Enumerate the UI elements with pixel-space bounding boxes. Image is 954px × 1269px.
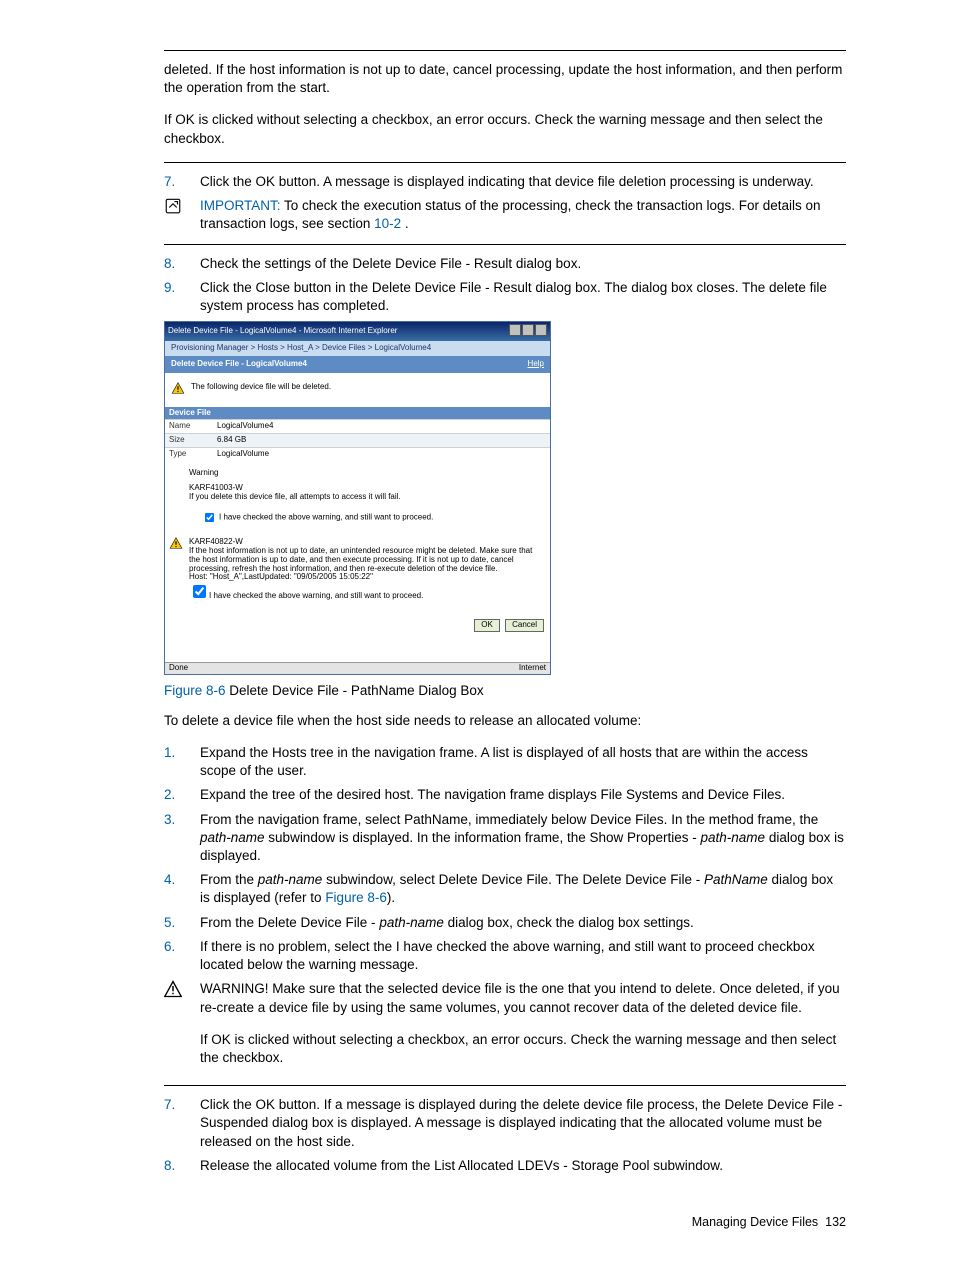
section-link[interactable]: 10-2 [374,216,401,231]
figure-caption: Figure 8-6 Delete Device File - PathName… [164,683,846,698]
dialog-screenshot: Delete Device File - LogicalVolume4 - Mi… [164,321,551,675]
warning-icon [171,381,185,395]
ok-button[interactable]: OK [474,619,500,632]
device-file-header: Device File [165,407,550,420]
warning-msg: If you delete this device file, all atte… [189,493,544,502]
info-text: The following device file will be delete… [191,383,331,392]
cancel-button[interactable]: Cancel [505,619,544,632]
table-row: TypeLogicalVolume [165,447,550,460]
ordered-list-2b: 7. Click the OK button. If a message is … [164,1096,846,1175]
window-title: Delete Device File - LogicalVolume4 - Mi… [168,327,397,336]
ordered-list-1: 7. Click the OK button. A message is dis… [164,173,846,191]
confirm-checkbox-1[interactable] [205,513,214,522]
list2-item8: 8. Release the allocated volume from the… [164,1157,846,1175]
list-number: 7. [164,173,200,191]
figure-ref: Figure 8-6 [164,683,226,698]
list2-item4: 4. From the path-name subwindow, select … [164,871,846,907]
list2-item3: 3. From the navigation frame, select Pat… [164,811,846,866]
page-number: 132 [825,1215,846,1229]
list1-item8: 8. Check the settings of the Delete Devi… [164,255,846,273]
figure-link[interactable]: Figure 8-6 [325,890,387,905]
info-row: The following device file will be delete… [165,373,550,407]
status-left: Done [169,664,188,673]
top-p1: deleted. If the host information is not … [164,61,846,97]
list2-item1: 1. Expand the Hosts tree in the navigati… [164,744,846,780]
list-text: Click the Close button in the Delete Dev… [200,279,846,315]
list1-item7: 7. Click the OK button. A message is dis… [164,173,846,191]
note-icon [164,197,200,215]
warning-note: WARNING! Make sure that the selected dev… [144,980,846,1075]
top-continuation: deleted. If the host information is not … [164,61,846,148]
important-note: IMPORTANT: To check the execution status… [144,197,846,233]
warning-block-2: KARF40822-W If the host information is n… [165,533,550,607]
window-titlebar: Delete Device File - LogicalVolume4 - Mi… [165,322,550,341]
table-row: Size6.84 GB [165,434,550,448]
list2-item6: 6. If there is no problem, select the I … [164,938,846,974]
warning-code: KARF41003-W [189,484,544,493]
list2-item2: 2. Expand the tree of the desired host. … [164,786,846,804]
breadcrumb: Provisioning Manager > Hosts > Host_A > … [165,341,550,356]
dialog-title: Delete Device File - LogicalVolume4 [171,360,307,369]
status-bar: Done Internet [165,662,550,674]
footer-text: Managing Device Files [692,1215,818,1229]
device-file-table: NameLogicalVolume4 Size6.84 GB TypeLogic… [165,419,550,460]
list-number: 9. [164,279,200,315]
warning-block-1: Warning KARF41003-W If you delete this d… [165,461,550,533]
list2-item7: 7. Click the OK button. If a message is … [164,1096,846,1151]
button-row: OK Cancel [165,607,550,662]
warning-title: Warning [189,469,544,478]
status-right: Internet [519,664,546,673]
table-row: NameLogicalVolume4 [165,420,550,434]
important-label: IMPORTANT: [200,198,281,213]
ordered-list-1b: 8. Check the settings of the Delete Devi… [164,255,846,316]
window-buttons [508,324,547,339]
confirm-checkbox-2[interactable] [193,585,206,598]
list-text: Click the OK button. A message is displa… [200,173,846,191]
warning-icon [169,536,183,550]
help-link[interactable]: Help [528,360,544,369]
warning-icon [164,980,200,998]
list2-item5: 5. From the Delete Device File - path-na… [164,914,846,932]
dialog-header: Delete Device File - LogicalVolume4 Help [165,356,550,373]
warning-label: WARNING! [200,981,269,996]
ordered-list-2: 1. Expand the Hosts tree in the navigati… [164,744,846,974]
top-p2: If OK is clicked without selecting a che… [164,111,846,147]
mid-paragraph: To delete a device file when the host si… [164,712,846,730]
list-text: Check the settings of the Delete Device … [200,255,846,273]
warning-msg: If the host information is not up to dat… [189,547,544,582]
list1-item9: 9. Click the Close button in the Delete … [164,279,846,315]
list-number: 8. [164,255,200,273]
page-footer: Managing Device Files 132 [108,1215,846,1229]
